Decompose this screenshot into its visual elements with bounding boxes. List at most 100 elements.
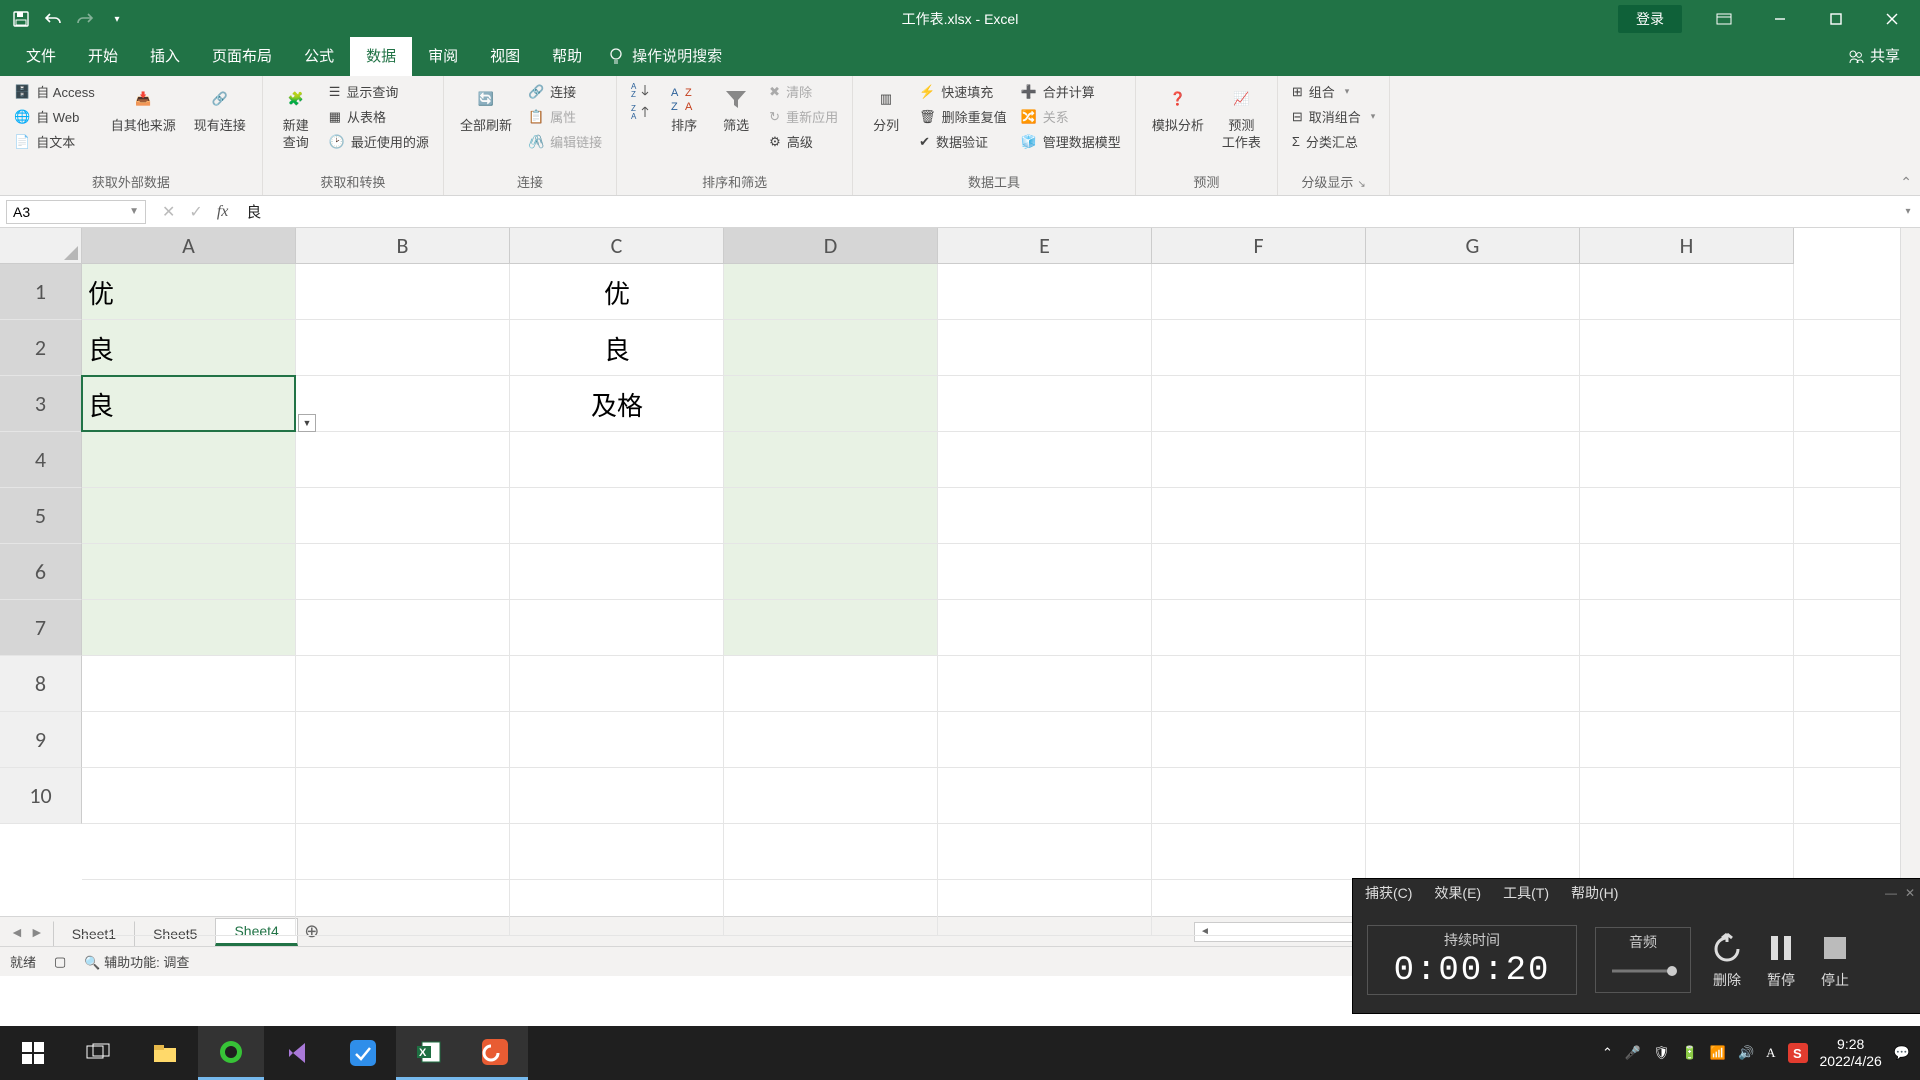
refresh-all-button[interactable]: 🔄全部刷新 xyxy=(454,80,518,137)
tab-formula[interactable]: 公式 xyxy=(288,37,350,76)
cell[interactable] xyxy=(1580,544,1794,600)
tab-layout[interactable]: 页面布局 xyxy=(196,37,288,76)
taskbar-excel-icon[interactable]: X xyxy=(396,1026,462,1080)
cell[interactable] xyxy=(724,488,938,544)
recorder-stop-button[interactable]: 停止 xyxy=(1817,930,1853,990)
cell[interactable] xyxy=(1366,656,1580,712)
sort-button[interactable]: AZZA排序 xyxy=(661,80,707,137)
tray-ime-a-icon[interactable]: A xyxy=(1766,1045,1775,1061)
cell[interactable] xyxy=(510,488,724,544)
column-header-D[interactable]: D xyxy=(724,228,938,264)
tray-mic-icon[interactable]: 🎤 xyxy=(1625,1045,1641,1061)
cell[interactable] xyxy=(82,488,296,544)
cell[interactable] xyxy=(1152,656,1366,712)
column-header-F[interactable]: F xyxy=(1152,228,1366,264)
tray-volume-icon[interactable]: 🔊 xyxy=(1738,1045,1754,1061)
column-header-G[interactable]: G xyxy=(1366,228,1580,264)
cell-value[interactable]: 及格 xyxy=(510,376,724,432)
recorder-menu-help[interactable]: 帮助(H) xyxy=(1571,883,1618,903)
cell[interactable] xyxy=(938,880,1152,936)
cell-value[interactable]: 良 xyxy=(510,320,724,376)
cell[interactable] xyxy=(1152,600,1366,656)
cell-value[interactable]: 良 xyxy=(82,376,296,432)
cell[interactable] xyxy=(82,768,296,824)
whatif-button[interactable]: ❓模拟分析 xyxy=(1146,80,1210,137)
cell[interactable] xyxy=(1366,320,1580,376)
from-access-button[interactable]: 🗄️自 Access xyxy=(10,80,99,103)
cell[interactable] xyxy=(510,544,724,600)
tab-data[interactable]: 数据 xyxy=(350,37,412,76)
row-header-8[interactable]: 8 xyxy=(0,656,82,712)
recorder-menu-capture[interactable]: 捕获(C) xyxy=(1365,883,1412,903)
tab-insert[interactable]: 插入 xyxy=(134,37,196,76)
cell[interactable] xyxy=(1366,376,1580,432)
cell[interactable] xyxy=(724,432,938,488)
login-button[interactable]: 登录 xyxy=(1618,5,1682,33)
cell[interactable] xyxy=(724,712,938,768)
cell[interactable] xyxy=(1580,488,1794,544)
connections-button[interactable]: 🔗连接 xyxy=(524,80,606,103)
tell-me-search[interactable]: 操作说明搜索 xyxy=(598,45,732,76)
cell[interactable] xyxy=(938,544,1152,600)
cell-value[interactable]: 优 xyxy=(510,264,724,320)
tab-review[interactable]: 审阅 xyxy=(412,37,474,76)
cell-value[interactable]: 优 xyxy=(82,264,296,320)
cell[interactable] xyxy=(1366,600,1580,656)
cell[interactable] xyxy=(296,656,510,712)
row-header-7[interactable]: 7 xyxy=(0,600,82,656)
sort-az-button[interactable]: AZ xyxy=(627,80,655,100)
ribbon-display-icon[interactable] xyxy=(1696,0,1752,38)
cell[interactable] xyxy=(82,880,296,936)
recorder-delete-button[interactable]: 删除 xyxy=(1709,930,1745,990)
new-query-button[interactable]: 🧩新建 查询 xyxy=(273,80,319,154)
cell[interactable] xyxy=(724,768,938,824)
show-queries-button[interactable]: ☰显示查询 xyxy=(325,80,433,103)
cell[interactable] xyxy=(1152,544,1366,600)
existing-connections-button[interactable]: 🔗现有连接 xyxy=(188,80,252,137)
cell[interactable] xyxy=(510,656,724,712)
recorder-menu-effect[interactable]: 效果(E) xyxy=(1434,883,1481,903)
from-table-button[interactable]: ▦从表格 xyxy=(325,105,433,128)
tray-wifi-icon[interactable]: 📶 xyxy=(1710,1045,1726,1061)
recent-sources-button[interactable]: 🕑最近使用的源 xyxy=(325,130,433,153)
redo-icon[interactable] xyxy=(76,10,94,28)
cell[interactable] xyxy=(1580,376,1794,432)
from-web-button[interactable]: 🌐自 Web xyxy=(10,105,99,128)
cell[interactable] xyxy=(510,712,724,768)
cell[interactable] xyxy=(1580,656,1794,712)
sheet-nav-next-icon[interactable]: ► xyxy=(30,924,44,940)
recorder-pause-button[interactable]: 暂停 xyxy=(1763,930,1799,990)
vertical-scrollbar[interactable] xyxy=(1900,228,1920,916)
cell[interactable] xyxy=(1580,824,1794,880)
accessibility-status[interactable]: 🔍 辅助功能: 调查 xyxy=(84,952,189,971)
cell[interactable] xyxy=(1366,264,1580,320)
cell[interactable] xyxy=(724,544,938,600)
cell[interactable] xyxy=(296,768,510,824)
cell[interactable] xyxy=(1580,712,1794,768)
tab-view[interactable]: 视图 xyxy=(474,37,536,76)
cell[interactable] xyxy=(82,712,296,768)
column-header-H[interactable]: H xyxy=(1580,228,1794,264)
cell[interactable] xyxy=(296,600,510,656)
ungroup-button[interactable]: ⊟取消组合▾ xyxy=(1288,105,1379,128)
collapse-ribbon-icon[interactable]: ⌃ xyxy=(1900,174,1912,191)
cell[interactable] xyxy=(296,488,510,544)
tab-file[interactable]: 文件 xyxy=(10,37,72,76)
cell[interactable] xyxy=(296,824,510,880)
cell[interactable] xyxy=(724,880,938,936)
tray-overflow-icon[interactable]: ⌃ xyxy=(1602,1045,1613,1061)
row-header-4[interactable]: 4 xyxy=(0,432,82,488)
maximize-icon[interactable] xyxy=(1808,0,1864,38)
cell[interactable] xyxy=(938,264,1152,320)
cell[interactable] xyxy=(938,656,1152,712)
start-button[interactable] xyxy=(0,1026,66,1080)
name-box-dropdown-icon[interactable]: ▼ xyxy=(129,206,139,217)
insert-function-icon[interactable]: fx xyxy=(217,203,229,221)
row-header-1[interactable]: 1 xyxy=(0,264,82,320)
save-icon[interactable] xyxy=(12,10,30,28)
cell[interactable] xyxy=(1152,432,1366,488)
sort-za-button[interactable]: ZA xyxy=(627,102,655,122)
expand-formula-bar-icon[interactable]: ▾ xyxy=(1896,206,1920,217)
cell[interactable] xyxy=(510,880,724,936)
cell[interactable] xyxy=(724,376,938,432)
